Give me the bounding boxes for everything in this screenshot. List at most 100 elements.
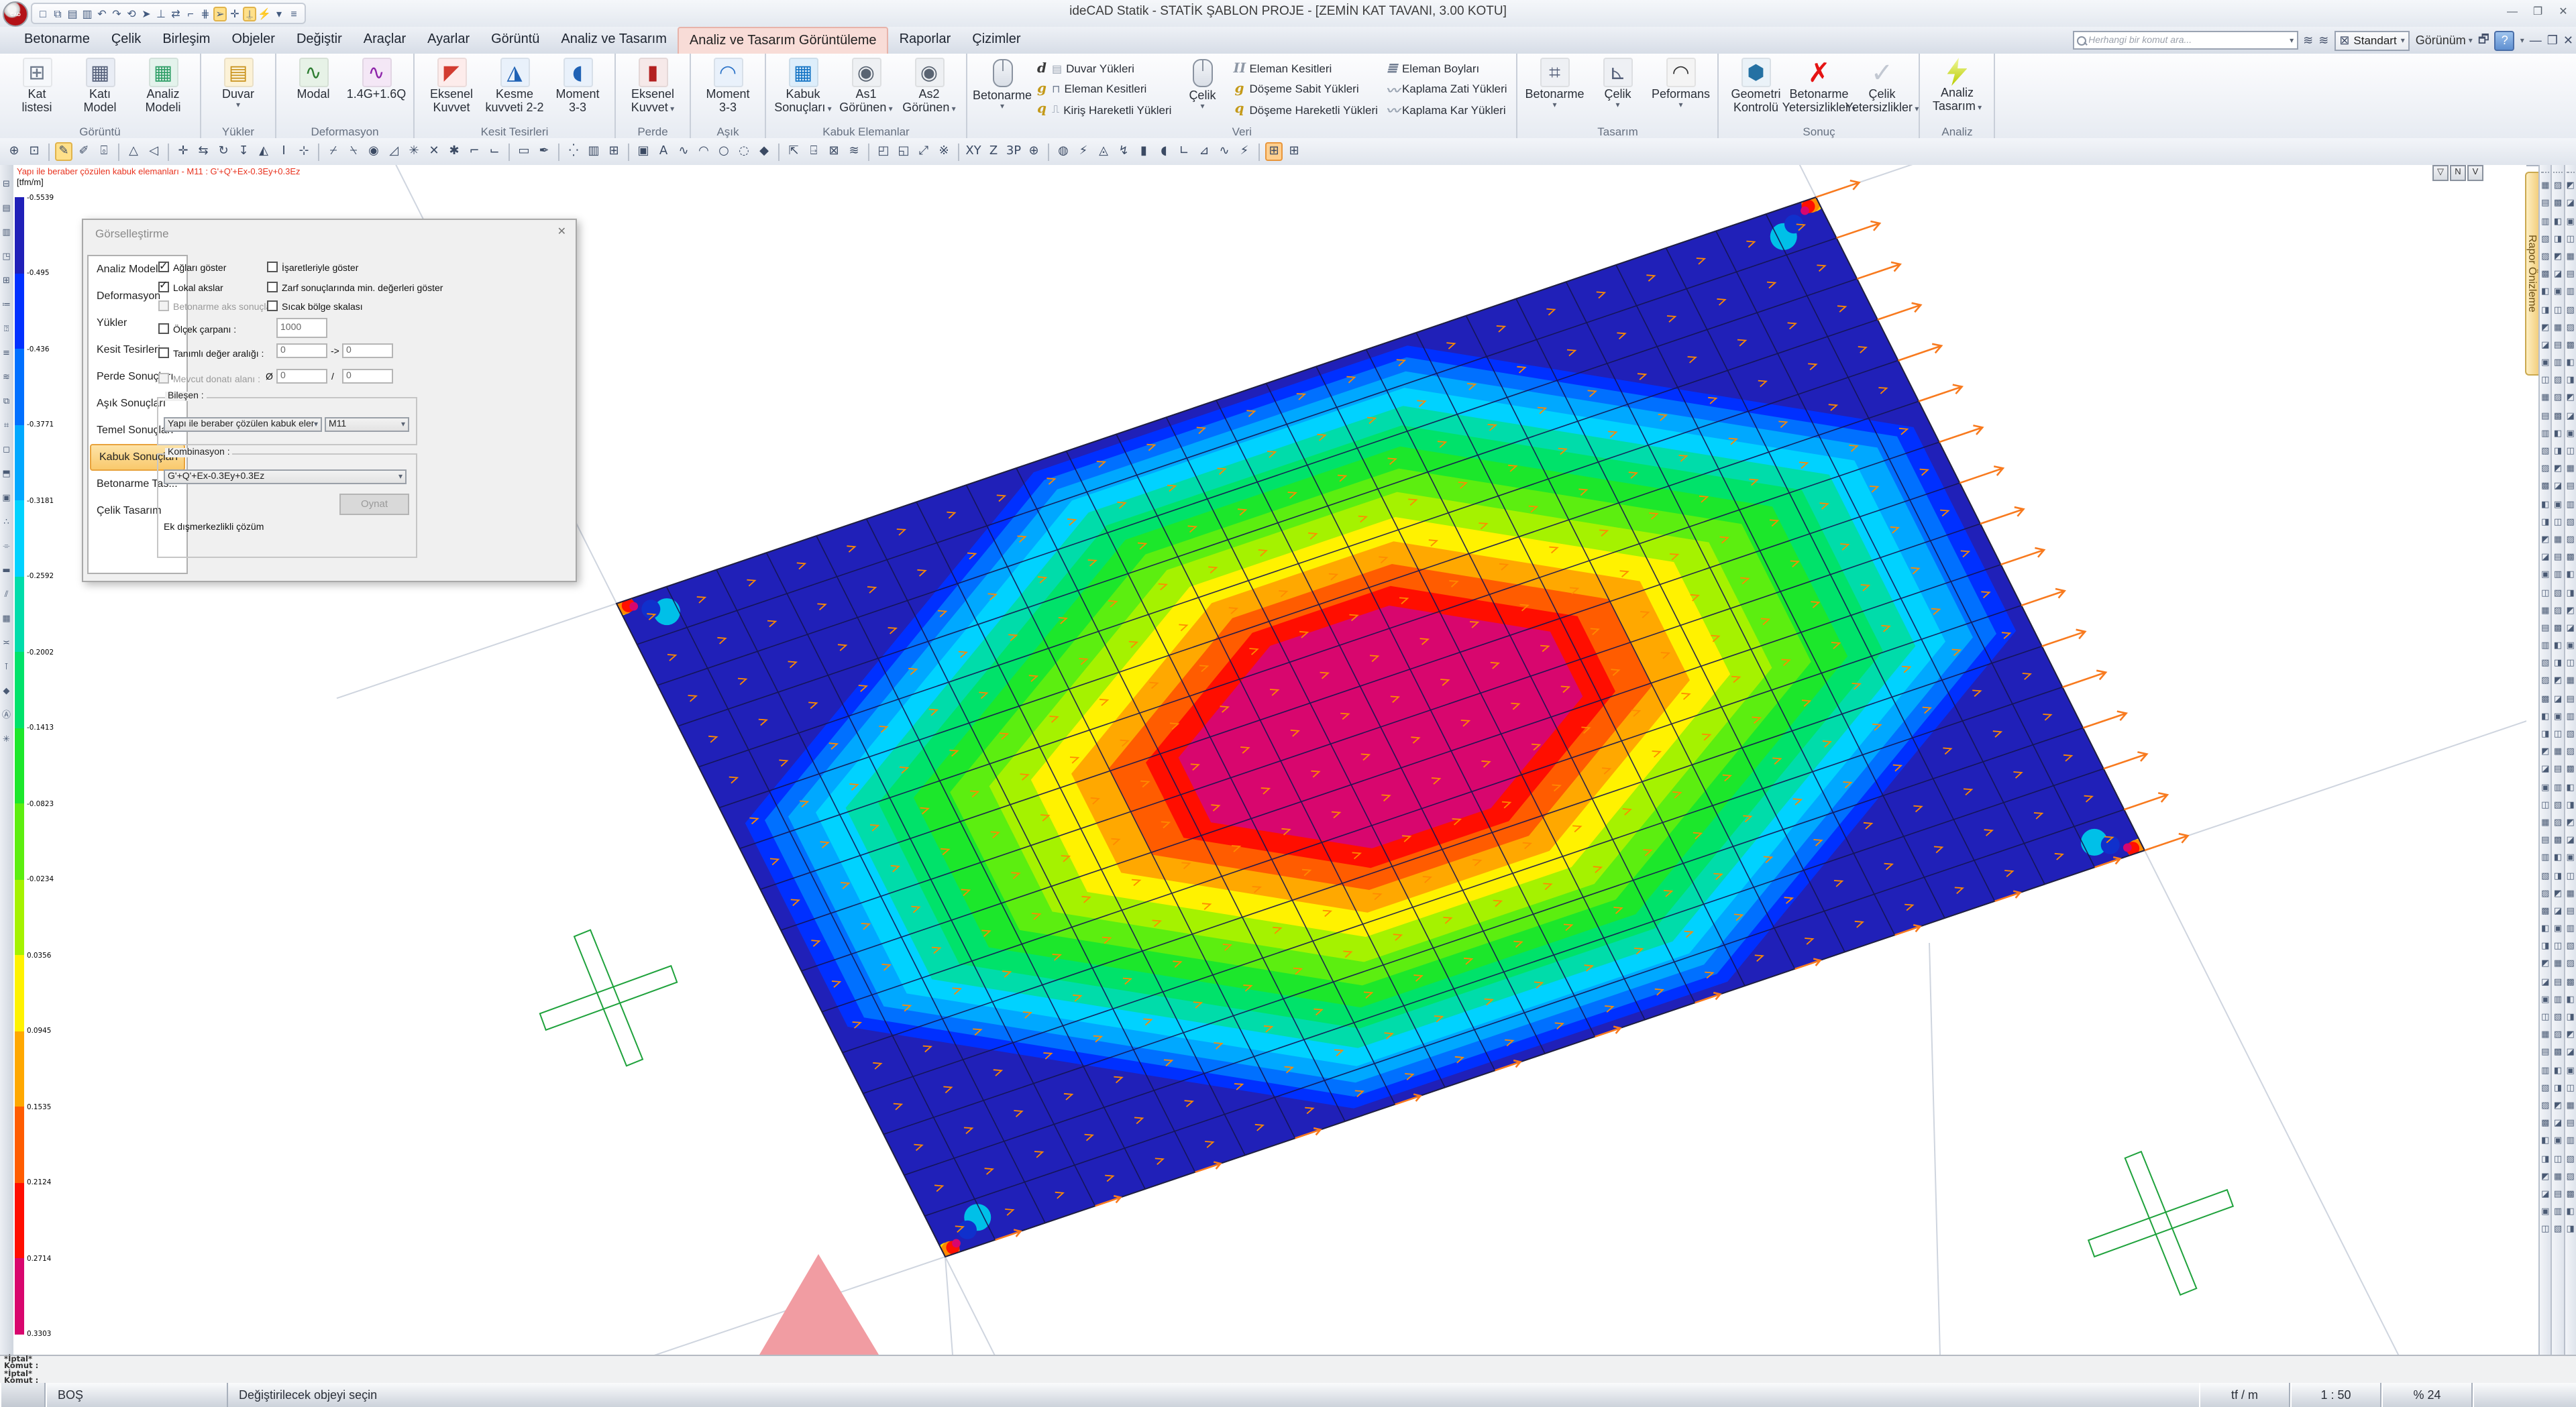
tab-raporlar[interactable]: Raporlar xyxy=(889,27,962,54)
right-tool-icon[interactable]: ▥ xyxy=(2565,711,2576,722)
right-tool-icon[interactable]: ◩ xyxy=(2565,817,2576,828)
right-tool-icon[interactable]: ▨ xyxy=(2540,251,2551,262)
rebar-diameter-input[interactable] xyxy=(276,369,327,384)
right-tool-icon[interactable]: ◨ xyxy=(2540,728,2551,739)
right-tool-icon[interactable]: ▥ xyxy=(2553,1206,2563,1217)
component-select[interactable]: M11▾ xyxy=(325,417,409,432)
right-tool-icon[interactable]: ▤ xyxy=(2553,764,2563,775)
right-tool-icon[interactable]: ◨ xyxy=(2565,375,2576,386)
canvas-corner-button-0[interactable]: ▽ xyxy=(2432,165,2449,181)
right-tool-icon[interactable]: ◨ xyxy=(2553,658,2563,669)
toolbar-grip[interactable] xyxy=(2554,166,2563,173)
checkbox-scale-factor[interactable]: Ölçek çarpanı : xyxy=(158,323,236,335)
right-tool-icon[interactable]: ▩ xyxy=(2565,339,2576,350)
left-tool-icon-13[interactable]: ▣ xyxy=(1,492,12,503)
draw-tool-icon-53[interactable]: XY xyxy=(965,142,982,161)
right-tool-icon[interactable]: ▥ xyxy=(2540,1064,2551,1075)
combination-select[interactable]: G'+Q'+Ex-0.3Ey+0.3Ez▾ xyxy=(164,469,407,484)
right-tool-icon[interactable]: ◪ xyxy=(2540,1188,2551,1199)
right-tool-icon[interactable]: ◩ xyxy=(2565,392,2576,403)
right-tool-icon[interactable]: ◪ xyxy=(2553,693,2563,704)
veri-item-eleman-kesitleri[interactable]: IIEleman Kesitleri xyxy=(1233,60,1378,76)
right-tool-icon[interactable]: ▩ xyxy=(2553,834,2563,845)
draw-tool-icon-20[interactable]: ◉ xyxy=(365,142,382,161)
draw-tool-icon-38[interactable]: ◠ xyxy=(695,142,712,161)
right-tool-icon[interactable]: ▨ xyxy=(2540,463,2551,473)
right-tool-icon[interactable]: ▤ xyxy=(2540,198,2551,209)
right-tool-icon[interactable]: ◪ xyxy=(2540,339,2551,350)
right-tool-icon[interactable]: ◧ xyxy=(2553,428,2563,439)
right-tool-icon[interactable]: ◧ xyxy=(2540,923,2551,934)
left-tool-icon-15[interactable]: ⌯ xyxy=(1,541,12,551)
as1-visible-button[interactable]: ◉As1Görünen ▾ xyxy=(835,56,898,117)
draw-tool-icon-25[interactable]: ⌐ xyxy=(466,142,483,161)
right-tool-icon[interactable]: ▤ xyxy=(2565,693,2576,704)
right-tool-icon[interactable]: ▧ xyxy=(2540,658,2551,669)
right-tool-icon[interactable]: ▩ xyxy=(2540,905,2551,916)
left-tool-icon-19[interactable]: ≍ xyxy=(1,637,12,648)
right-tool-icon[interactable]: ▨ xyxy=(2553,392,2563,403)
steel-data-button[interactable]: Çelik▾ xyxy=(1175,56,1229,111)
veri-item-eleman-kesitleri[interactable]: g⊓Eleman Kesitleri xyxy=(1036,81,1171,97)
style-select[interactable]: ⊠ Standart ▾ xyxy=(2334,30,2410,50)
right-tool-icon[interactable]: ▣ xyxy=(2553,711,2563,722)
right-tool-icon[interactable]: ▦ xyxy=(2540,604,2551,615)
canvas-corner-button-1[interactable]: N xyxy=(2450,165,2466,181)
moment-3-3-button[interactable]: ◖Moment3-3 xyxy=(546,56,609,114)
floor-list-button[interactable]: ⊞Katlistesi xyxy=(5,56,68,114)
draw-tool-icon-10[interactable]: ✛ xyxy=(174,142,192,161)
draw-tool-icon-40[interactable]: ◌ xyxy=(735,142,753,161)
right-tool-icon[interactable]: ◧ xyxy=(2553,640,2563,651)
restore-icon[interactable]: ❐ xyxy=(2529,3,2546,20)
right-tool-icon[interactable]: ▦ xyxy=(2565,251,2576,262)
right-tool-icon[interactable]: ◧ xyxy=(2565,781,2576,792)
draw-tool-icon-60[interactable]: ◬ xyxy=(1095,142,1112,161)
draw-tool-icon-5[interactable]: ⌻ xyxy=(95,142,113,161)
right-tool-icon[interactable]: ▦ xyxy=(2540,392,2551,403)
left-tool-icon-17[interactable]: ⫽ xyxy=(1,589,12,600)
right-tool-icon[interactable]: ◧ xyxy=(2565,994,2576,1005)
draw-tool-icon-43[interactable]: ⇱ xyxy=(785,142,802,161)
right-tool-icon[interactable]: ▤ xyxy=(2553,339,2563,350)
range-from-input[interactable] xyxy=(276,343,327,358)
right-tool-icon[interactable]: ▨ xyxy=(2540,887,2551,898)
right-tool-icon[interactable]: ◨ xyxy=(2540,941,2551,952)
shear-force-2-2-button[interactable]: ◮Kesmekuvveti 2-2 xyxy=(483,56,546,114)
draw-tool-icon-3[interactable]: ✎ xyxy=(55,142,72,161)
right-tool-icon[interactable]: ▧ xyxy=(2565,516,2576,527)
left-tool-icon-14[interactable]: ∴ xyxy=(1,516,12,527)
veri-item-d-eme-hareketli-y-kleri[interactable]: qDöşeme Hareketli Yükleri xyxy=(1233,102,1378,118)
right-tool-icon[interactable]: ◫ xyxy=(2553,728,2563,739)
steel-design-button[interactable]: ⊾Çelik▾ xyxy=(1587,56,1650,109)
veri-item-kiri-hareketli-y-kleri[interactable]: q⎍Kiriş Hareketli Yükleri xyxy=(1036,102,1171,118)
right-tool-icon[interactable]: ▤ xyxy=(2540,1047,2551,1058)
purlin-moment-button[interactable]: ◠Moment3-3 xyxy=(696,56,759,114)
right-tool-icon[interactable]: ▧ xyxy=(2540,1082,2551,1093)
right-tool-icon[interactable]: ▩ xyxy=(2553,1047,2563,1058)
left-tool-icon-2[interactable]: ▥ xyxy=(1,227,12,237)
right-tool-icon[interactable]: ◪ xyxy=(2553,481,2563,492)
right-tool-icon[interactable]: ▧ xyxy=(2565,941,2576,952)
draw-tool-icon-55[interactable]: 3P xyxy=(1005,142,1022,161)
left-tool-icon-22[interactable]: Ⓐ xyxy=(1,710,12,720)
solid-model-button[interactable]: ▦KatıModel xyxy=(68,56,131,114)
right-tool-icon[interactable]: ▣ xyxy=(2540,1206,2551,1217)
right-tool-icon[interactable]: ▨ xyxy=(2553,604,2563,615)
right-tool-icon[interactable]: ▣ xyxy=(2553,923,2563,934)
right-tool-icon[interactable]: ◨ xyxy=(2553,233,2563,244)
right-tool-icon[interactable]: ◫ xyxy=(2540,799,2551,810)
draw-tool-icon-21[interactable]: ◿ xyxy=(385,142,402,161)
right-tool-icon[interactable]: ◩ xyxy=(2540,958,2551,969)
right-tool-icon[interactable]: ◪ xyxy=(2565,622,2576,633)
as2-visible-button[interactable]: ◉As2Görünen ▾ xyxy=(898,56,961,117)
draw-tool-icon-8[interactable]: ◁ xyxy=(145,142,162,161)
right-tool-icon[interactable]: ◪ xyxy=(2553,268,2563,279)
checkbox-icon[interactable] xyxy=(158,347,169,358)
draw-tool-icon-24[interactable]: ✱ xyxy=(445,142,463,161)
right-tool-icon[interactable]: ▩ xyxy=(2553,198,2563,209)
right-tool-icon[interactable]: ▦ xyxy=(2553,958,2563,969)
draw-tool-icon-67[interactable]: ⚡ xyxy=(1236,142,1253,161)
right-tool-icon[interactable]: ◨ xyxy=(2565,587,2576,598)
right-tool-icon[interactable]: ▥ xyxy=(2540,640,2551,651)
tab-ayarlar[interactable]: Ayarlar xyxy=(417,27,480,54)
